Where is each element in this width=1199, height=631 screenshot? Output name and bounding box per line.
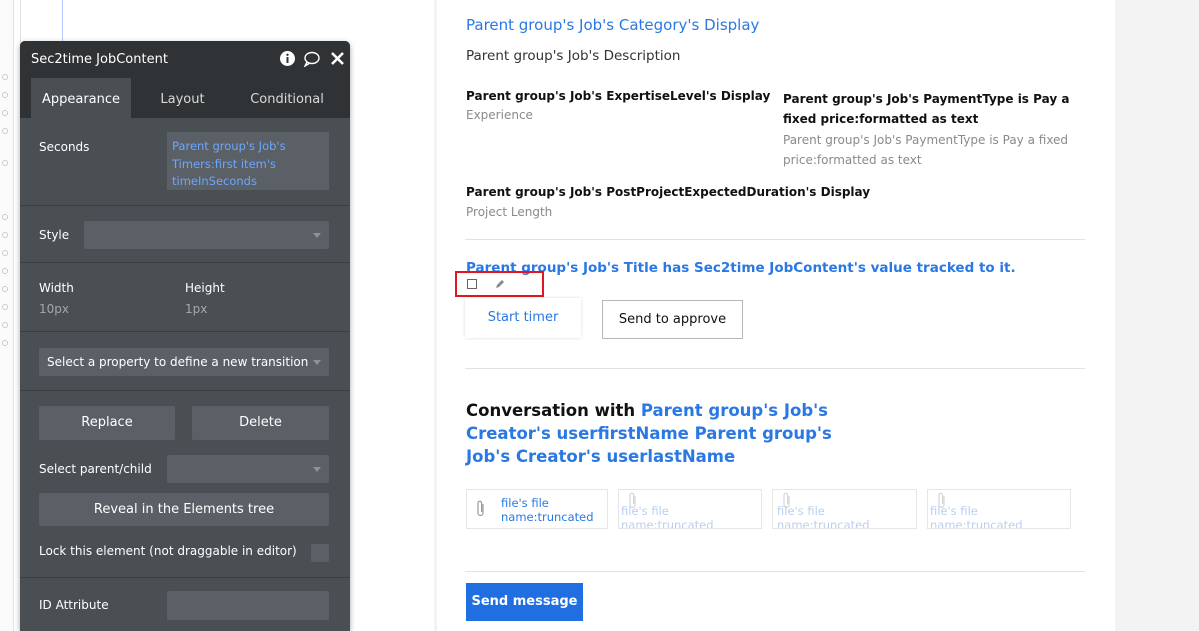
visibility-icon[interactable] bbox=[2, 304, 8, 310]
divider bbox=[20, 331, 350, 332]
info-icon[interactable] bbox=[279, 50, 296, 67]
transition-dropdown[interactable]: Select a property to define a new transi… bbox=[39, 348, 329, 376]
tracked-title: Parent group's Job's Title has Sec2time … bbox=[466, 260, 1016, 276]
lock-checkbox[interactable] bbox=[311, 544, 329, 562]
tab-appearance[interactable]: Appearance bbox=[31, 78, 131, 118]
edit-icon[interactable] bbox=[495, 279, 505, 289]
visibility-icon[interactable] bbox=[2, 250, 8, 256]
paperclip-icon bbox=[477, 500, 484, 517]
visibility-icon[interactable] bbox=[2, 232, 8, 238]
lock-label: Lock this element (not draggable in edit… bbox=[39, 544, 297, 558]
file-attachment[interactable]: file's file name:truncated bbox=[772, 489, 917, 529]
visibility-icon[interactable] bbox=[2, 286, 8, 292]
visibility-icon[interactable] bbox=[2, 110, 8, 116]
close-icon[interactable] bbox=[329, 50, 346, 67]
left-element-strip bbox=[0, 0, 14, 631]
timer-checkbox[interactable] bbox=[467, 279, 477, 289]
width-value[interactable]: 10px bbox=[39, 302, 69, 316]
replace-button[interactable]: Replace bbox=[39, 406, 175, 440]
visibility-icon[interactable] bbox=[2, 322, 8, 328]
duration-value: Parent group's Job's PostProjectExpected… bbox=[466, 185, 871, 199]
chevron-down-icon bbox=[313, 233, 321, 238]
send-message-button[interactable]: Send message bbox=[466, 583, 583, 621]
style-dropdown[interactable] bbox=[84, 221, 329, 249]
file-attachment[interactable]: file's file name:truncated bbox=[618, 489, 762, 529]
panel-tabs: Appearance Layout Conditional bbox=[20, 78, 350, 118]
job-category: Parent group's Job's Category's Display bbox=[466, 16, 760, 34]
page-background-gap bbox=[1115, 0, 1199, 631]
width-label: Width bbox=[39, 281, 74, 295]
visibility-icon[interactable] bbox=[2, 92, 8, 98]
file-attachment[interactable]: file's file name:truncated bbox=[466, 489, 608, 529]
seconds-label: Seconds bbox=[39, 140, 90, 154]
chevron-down-icon bbox=[313, 467, 321, 472]
file-name: file's file name:truncated bbox=[621, 504, 714, 529]
payment-value: Parent group's Job's PaymentType is Pay … bbox=[783, 92, 1070, 126]
visibility-icon[interactable] bbox=[2, 160, 8, 166]
file-attachment[interactable]: file's file name:truncated bbox=[927, 489, 1071, 529]
divider bbox=[20, 205, 350, 206]
panel-title: Sec2time JobContent bbox=[31, 52, 168, 67]
transition-placeholder: Select a property to define a new transi… bbox=[47, 355, 309, 369]
divider bbox=[20, 390, 350, 391]
delete-button[interactable]: Delete bbox=[192, 406, 329, 440]
file-name: file's file name:truncated bbox=[777, 504, 870, 529]
panel-header[interactable]: Sec2time JobContent bbox=[20, 41, 350, 78]
divider bbox=[20, 262, 350, 263]
conversation-prefix: Conversation with bbox=[466, 401, 641, 420]
visibility-icon[interactable] bbox=[2, 340, 8, 346]
tab-layout[interactable]: Layout bbox=[145, 78, 220, 118]
visibility-icon[interactable] bbox=[2, 128, 8, 134]
visibility-icon[interactable] bbox=[2, 268, 8, 274]
page-preview: Parent group's Job's Category's Display … bbox=[437, 0, 1115, 631]
property-editor-panel: Sec2time JobContent Appearance Layout Co… bbox=[20, 41, 350, 631]
job-description: Parent group's Job's Description bbox=[466, 48, 681, 64]
divider bbox=[465, 368, 1085, 369]
id-attribute-input[interactable] bbox=[167, 591, 329, 620]
height-value[interactable]: 1px bbox=[185, 302, 207, 316]
id-attribute-label: ID Attribute bbox=[39, 598, 109, 612]
select-parent-dropdown[interactable] bbox=[167, 455, 329, 483]
chevron-down-icon bbox=[313, 360, 321, 365]
select-parent-label: Select parent/child bbox=[39, 462, 152, 476]
divider bbox=[465, 571, 1085, 572]
divider bbox=[20, 577, 350, 578]
send-to-approve-button[interactable]: Send to approve bbox=[602, 300, 743, 339]
expertise-label: Experience bbox=[466, 108, 533, 122]
style-label: Style bbox=[39, 228, 70, 242]
conversation-heading: Conversation with Parent group's Job's C… bbox=[466, 399, 866, 468]
start-timer-button[interactable]: Start timer bbox=[465, 298, 581, 338]
tab-conditional[interactable]: Conditional bbox=[232, 78, 342, 118]
reveal-elements-tree-button[interactable]: Reveal in the Elements tree bbox=[39, 493, 329, 526]
visibility-icon[interactable] bbox=[2, 214, 8, 220]
comment-icon[interactable] bbox=[303, 50, 320, 67]
visibility-icon[interactable] bbox=[2, 74, 8, 80]
divider bbox=[465, 239, 1085, 240]
height-label: Height bbox=[185, 281, 225, 295]
duration-label: Project Length bbox=[466, 205, 553, 219]
seconds-dynamic-field[interactable]: Parent group's Job's Timers:first item's… bbox=[167, 132, 329, 190]
expertise-value: Parent group's Job's ExpertiseLevel's Di… bbox=[466, 89, 771, 103]
file-name: file's file name:truncated bbox=[930, 504, 1023, 529]
file-name: file's file name:truncated bbox=[501, 496, 594, 524]
payment-label: Parent group's Job's PaymentType is Pay … bbox=[783, 133, 1069, 167]
